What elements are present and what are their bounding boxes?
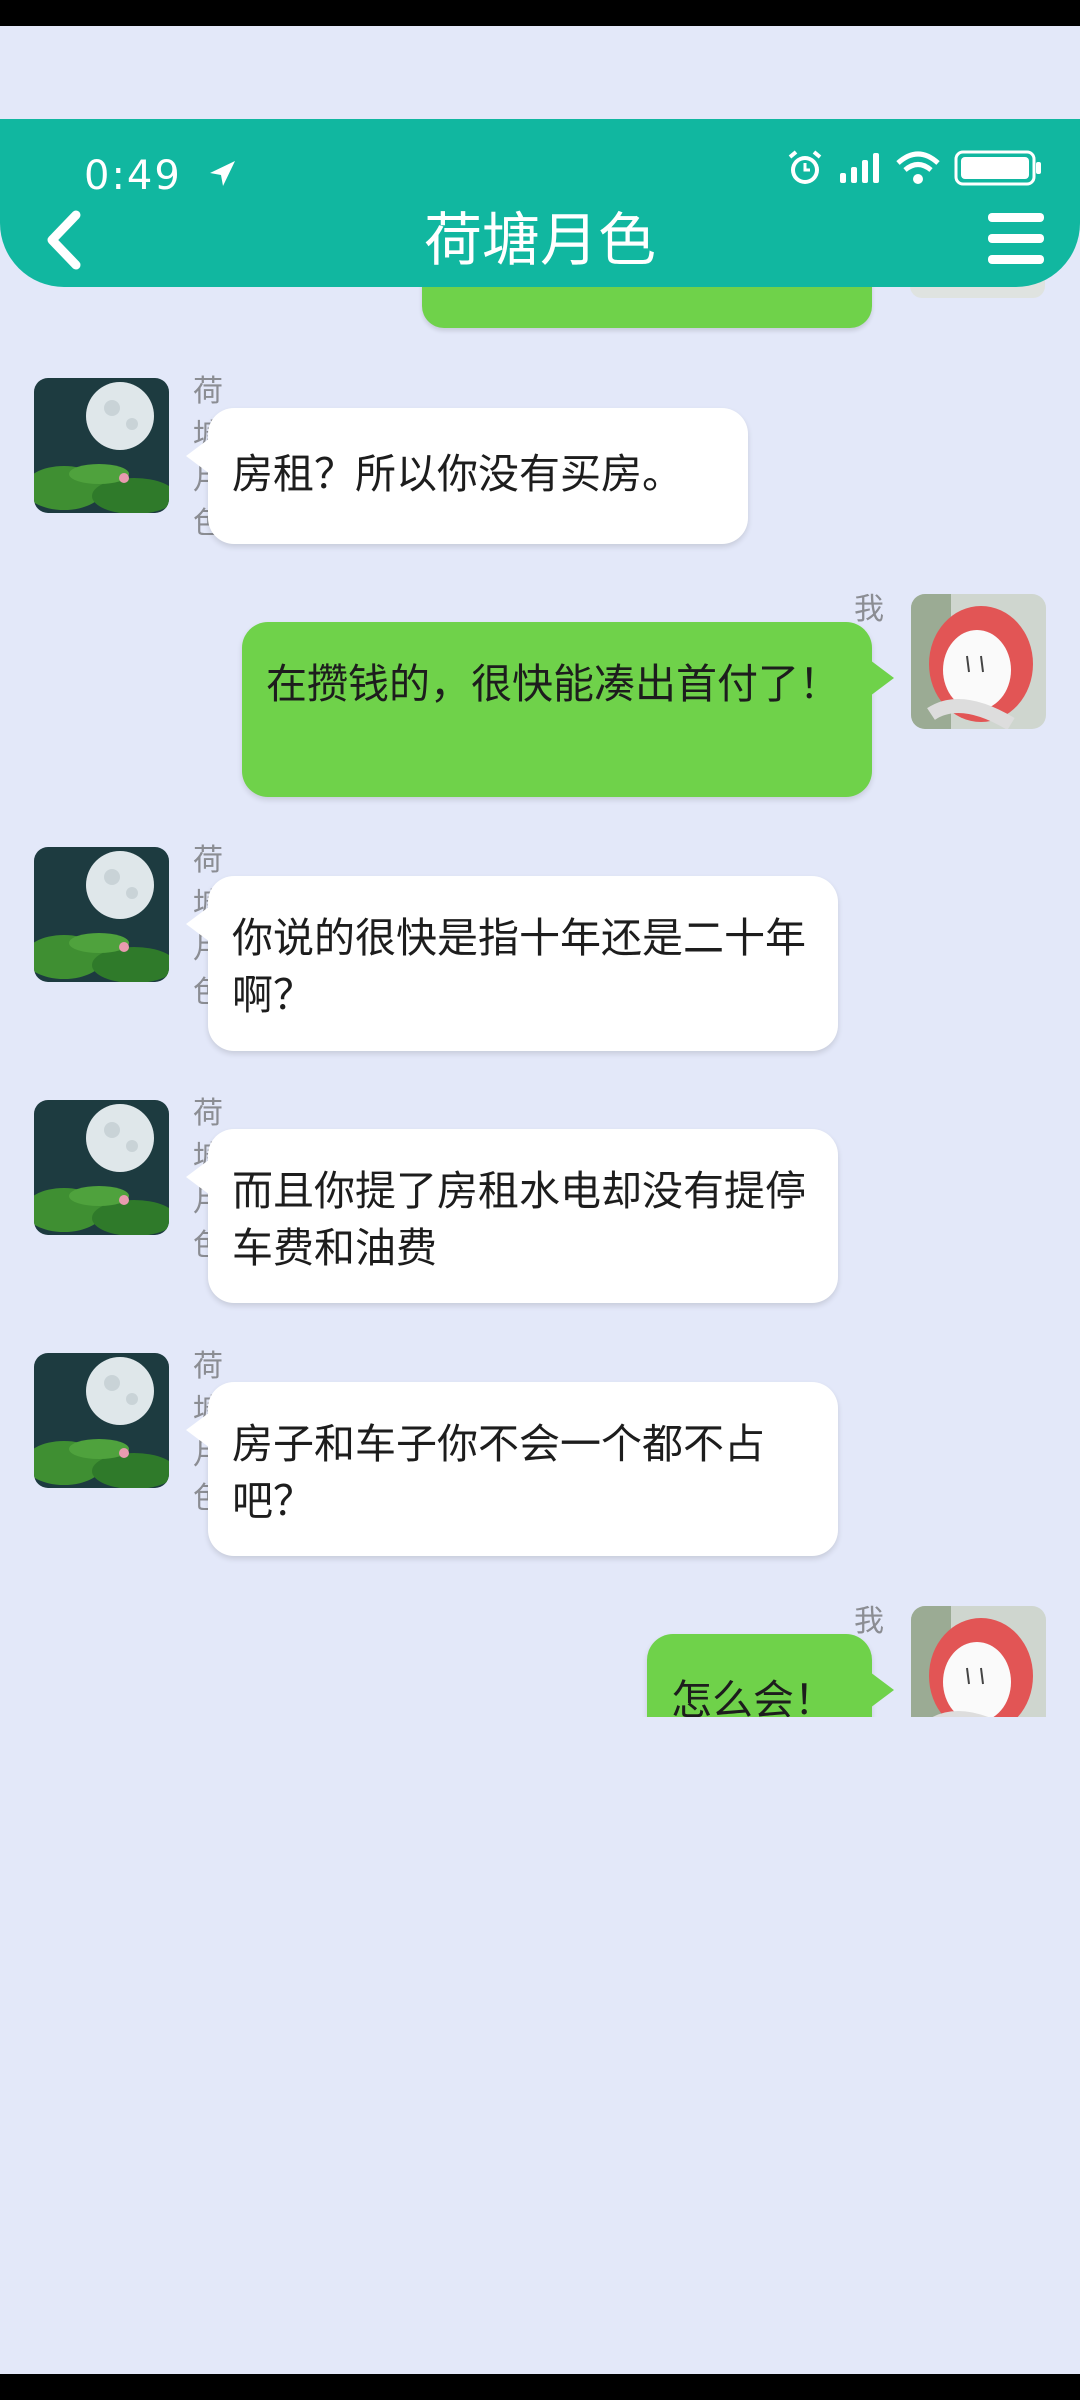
battery-icon	[954, 149, 1042, 191]
chat-bubble[interactable]: 怎么会！	[647, 1634, 894, 1717]
avatar-moon-lotus[interactable]	[34, 1353, 169, 1488]
status-icons	[786, 149, 1042, 191]
chat-header: 0:49 荷塘月色	[0, 119, 1080, 287]
avatar-moon-lotus[interactable]	[34, 378, 169, 513]
avatar-red-hood[interactable]	[911, 1606, 1046, 1717]
alarm-icon	[786, 149, 824, 191]
signal-icon	[838, 151, 882, 189]
chat-bubble[interactable]: 在攒钱的，很快能凑出首付了！	[242, 622, 894, 797]
chat-title: 荷塘月色	[423, 206, 656, 274]
avatar-moon-lotus[interactable]	[34, 847, 169, 982]
chat-bubble[interactable]: 房子和车子你不会一个都不占吧？	[186, 1382, 838, 1556]
chat-bubble[interactable]: 而且你提了房租水电却没有提停车费和油费	[186, 1129, 838, 1303]
sender-name: 我	[854, 1604, 884, 1639]
chat-bubble[interactable]: 房租？所以你没有买房。	[186, 408, 748, 544]
chat-bubble[interactable]: 你说的很快是指十年还是二十年啊？	[186, 876, 838, 1051]
bottom-black-bar	[0, 2374, 1080, 2400]
sender-name: 我	[854, 592, 884, 627]
avatar-moon-lotus[interactable]	[34, 1100, 169, 1235]
menu-icon[interactable]	[986, 211, 1046, 267]
avatar-red-hood[interactable]	[911, 594, 1046, 729]
wifi-icon	[896, 151, 940, 189]
